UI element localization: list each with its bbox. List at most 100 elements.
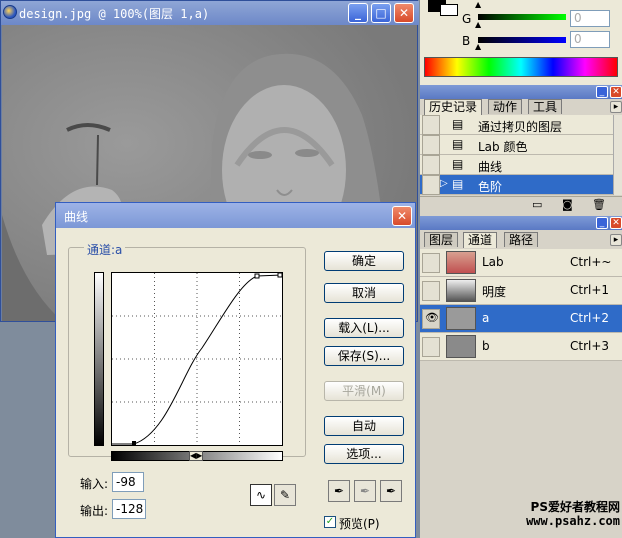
new-document-icon[interactable]: ▭ <box>532 198 542 211</box>
preview-checkbox[interactable]: ✓ <box>324 516 336 528</box>
panel-minimize-button[interactable]: _ <box>596 217 608 229</box>
pencil-tool-icon[interactable]: ✎ <box>274 484 296 506</box>
history-brush-cell[interactable] <box>422 135 440 155</box>
slider-arrow-icon: ▲ <box>475 42 482 51</box>
output-field[interactable]: -128 <box>112 499 146 519</box>
history-item[interactable]: ▤ Lab 颜色 <box>420 135 613 155</box>
channel-shortcut: Ctrl+1 <box>570 283 610 297</box>
history-item-label: Lab 颜色 <box>478 140 528 154</box>
history-item[interactable]: ▤ 通过拷贝的图层 <box>420 115 613 135</box>
panel-close-button[interactable]: ✕ <box>610 86 622 98</box>
panel-menu-icon[interactable]: ▸ <box>610 234 622 246</box>
channel-name: 明度 <box>482 285 507 299</box>
channel-name: b <box>482 339 490 353</box>
minimize-button[interactable]: _ <box>348 3 368 23</box>
history-panel-titlebar[interactable]: _ ✕ <box>420 85 622 99</box>
history-item[interactable]: ▤ 曲线 <box>420 155 613 175</box>
slider-arrow-icon: ▲ <box>475 0 482 9</box>
dialog-close-button[interactable]: ✕ <box>392 206 412 226</box>
green-slider[interactable] <box>478 14 566 20</box>
maximize-button[interactable]: □ <box>371 3 391 23</box>
green-value-field[interactable]: 0 <box>570 10 610 27</box>
history-item-label: 色阶 <box>478 180 503 194</box>
load-button[interactable]: 载入(L)... <box>324 318 404 338</box>
channels-panel: _ ✕ 图层 通道 路径 ▸ Lab Ctrl+~ 明度 Ctrl+1 👁 a <box>420 216 622 366</box>
smooth-button[interactable]: 平滑(M) <box>324 381 404 401</box>
panel-menu-icon[interactable]: ▸ <box>610 101 622 113</box>
tab-history[interactable]: 历史记录 <box>424 99 483 115</box>
channel-shortcut: Ctrl+2 <box>570 311 610 325</box>
curves-dialog: 曲线 ✕ 通道:a ◀▶ 确定 取消 载入(L)... 保存(S)... 平滑(… <box>55 202 416 538</box>
curve-graph[interactable] <box>111 272 283 446</box>
visibility-toggle[interactable] <box>422 337 440 357</box>
tab-layers[interactable]: 图层 <box>424 232 459 247</box>
white-eyedropper-icon[interactable]: ✒ <box>380 480 402 502</box>
history-doc-icon: ▤ <box>452 137 464 151</box>
input-field[interactable]: -98 <box>112 472 144 492</box>
auto-button[interactable]: 自动 <box>324 416 404 436</box>
history-brush-cell[interactable] <box>422 175 440 195</box>
trash-icon[interactable]: 🗑 <box>592 198 606 211</box>
dialog-titlebar[interactable]: 曲线 ✕ <box>56 203 415 228</box>
ok-button[interactable]: 确定 <box>324 251 404 271</box>
palette-column: ▲ G ▲ 0 B ▲ 0 _ ✕ 历史记录 动作 工具 ▸ ▤ 通过拷贝的图层… <box>420 0 622 538</box>
channel-label: 通道:a <box>84 241 126 258</box>
channel-g-label: G <box>462 12 472 26</box>
curve-point <box>254 273 260 279</box>
history-brush-cell[interactable] <box>422 155 440 175</box>
curve-point <box>277 272 283 278</box>
channels-panel-titlebar[interactable]: _ ✕ <box>420 216 622 230</box>
dialog-title: 曲线 <box>64 210 89 224</box>
snapshot-icon[interactable]: ◙ <box>562 198 573 211</box>
input-label: 输入: <box>80 477 109 491</box>
history-item-selected[interactable]: ▷ ▤ 色阶 <box>420 175 613 195</box>
gray-eyedropper-icon[interactable]: ✒ <box>354 480 376 502</box>
channels-tabs: 图层 通道 路径 ▸ <box>420 232 622 248</box>
blue-slider[interactable] <box>478 37 566 43</box>
blue-value-field[interactable]: 0 <box>570 31 610 48</box>
history-scrollbar[interactable] <box>613 115 622 195</box>
options-button[interactable]: 选项... <box>324 444 404 464</box>
output-gradient-bar <box>94 272 104 446</box>
preview-label: 预览(P) <box>339 517 380 531</box>
channel-thumbnail <box>446 279 476 302</box>
slider-arrow-icon: ▲ <box>475 20 482 29</box>
watermark: PS爱好者教程网 www.psahz.com <box>508 500 620 528</box>
black-eyedropper-icon[interactable]: ✒ <box>328 480 350 502</box>
tab-actions[interactable]: 动作 <box>488 99 523 114</box>
channel-thumbnail <box>446 307 476 330</box>
tab-channels[interactable]: 通道 <box>463 232 498 248</box>
history-panel: _ ✕ 历史记录 动作 工具 ▸ ▤ 通过拷贝的图层 ▤ Lab 颜色 ▤ 曲线… <box>420 85 622 213</box>
visibility-toggle[interactable] <box>422 281 440 301</box>
cancel-button[interactable]: 取消 <box>324 283 404 303</box>
visibility-toggle[interactable]: 👁 <box>422 309 440 329</box>
channel-row-a[interactable]: 👁 a Ctrl+2 <box>420 305 622 333</box>
channel-shortcut: Ctrl+~ <box>570 255 612 269</box>
history-doc-icon: ▤ <box>452 157 464 171</box>
panel-minimize-button[interactable]: _ <box>596 86 608 98</box>
panel-close-button[interactable]: ✕ <box>610 217 622 229</box>
channel-row-b[interactable]: b Ctrl+3 <box>420 333 622 361</box>
tab-tools[interactable]: 工具 <box>528 99 563 114</box>
color-ramp[interactable] <box>424 57 618 77</box>
history-footer: ▭ ◙ 🗑 <box>420 196 622 213</box>
document-titlebar[interactable]: design.jpg @ 100%(图层 1,a) _ □ ✕ <box>1 1 419 25</box>
background-swatch[interactable] <box>440 4 458 16</box>
curve-point-tool-icon[interactable]: ∿ <box>250 484 272 506</box>
save-button[interactable]: 保存(S)... <box>324 346 404 366</box>
history-brush-cell[interactable] <box>422 115 440 135</box>
channel-row-lab[interactable]: Lab Ctrl+~ <box>420 249 622 277</box>
channel-thumbnail <box>446 335 476 358</box>
history-state-pointer-icon: ▷ <box>440 178 448 189</box>
history-item-label: 通过拷贝的图层 <box>478 120 563 134</box>
visibility-toggle[interactable] <box>422 253 440 273</box>
channel-row-lightness[interactable]: 明度 Ctrl+1 <box>420 277 622 305</box>
close-button[interactable]: ✕ <box>394 3 414 23</box>
output-label: 输出: <box>80 504 109 518</box>
photoshop-icon <box>3 5 17 19</box>
curve-svg[interactable] <box>112 272 283 445</box>
tab-paths[interactable]: 路径 <box>504 232 539 247</box>
channel-b-label: B <box>462 34 471 48</box>
gradient-toggle-icon[interactable]: ◀▶ <box>189 451 203 461</box>
history-doc-icon: ▤ <box>452 117 464 131</box>
